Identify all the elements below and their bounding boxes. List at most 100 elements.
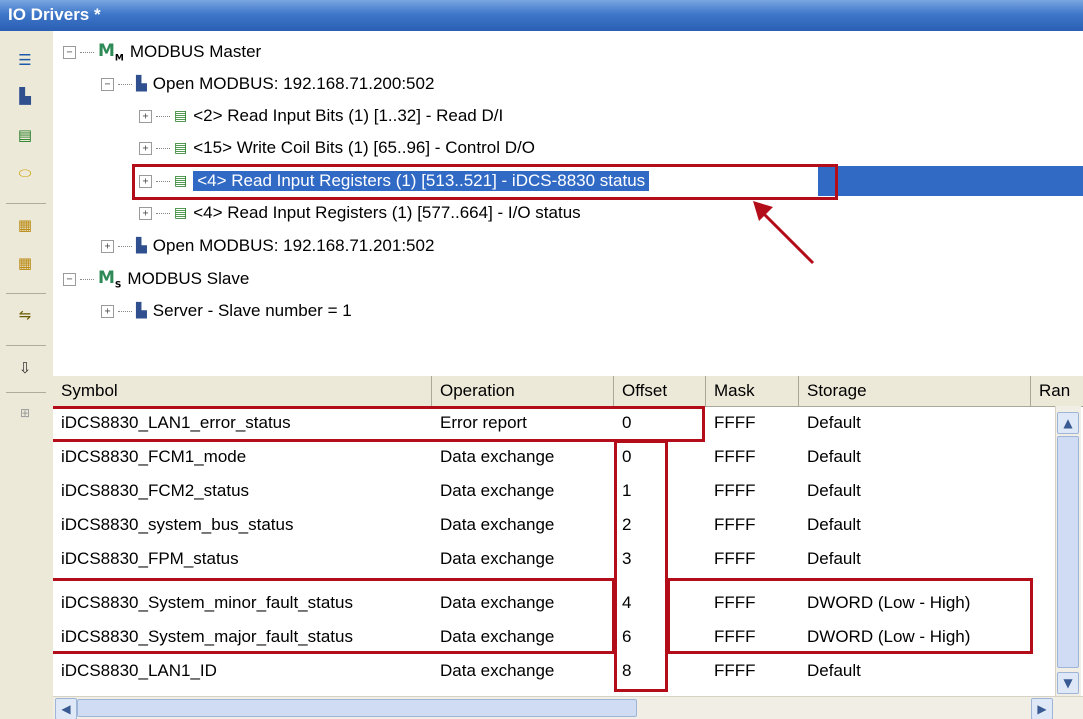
tree-node-server[interactable]: + ▙ Server - Slave number = 1 <box>101 296 352 326</box>
vertical-scrollbar[interactable]: ▲ ▼ <box>1055 406 1081 696</box>
selection-highlight <box>818 166 1083 196</box>
column-header-offset[interactable]: Offset <box>614 376 706 406</box>
tree-node-label: MODBUS Master <box>129 42 262 61</box>
annotation-box-offset-column <box>614 440 668 692</box>
tree-node-modbus-slave[interactable]: − MS MODBUS Slave <box>63 264 249 294</box>
expand-icon[interactable]: ⊞ <box>13 401 37 425</box>
cell-operation: Data exchange <box>440 481 555 500</box>
block-icon: ▤ <box>174 205 188 221</box>
network-icon: ▙ <box>136 76 147 92</box>
column-header-mask[interactable]: Mask <box>706 376 799 406</box>
tree-node-modbus-master[interactable]: − MM MODBUS Master <box>63 37 261 67</box>
table-add-icon[interactable]: ▦ <box>13 251 37 275</box>
tree-node-label: MODBUS Slave <box>127 269 250 288</box>
link-icon[interactable]: ⇋ <box>13 303 37 327</box>
tree-node-read-input-bits[interactable]: + ▤ <2> Read Input Bits (1) [1..32] - Re… <box>139 101 503 131</box>
toolbar-separator <box>6 203 46 204</box>
expand-icon[interactable]: + <box>139 109 152 123</box>
expand-icon[interactable]: + <box>101 304 114 318</box>
cell-storage: Default <box>807 413 861 432</box>
annotation-box-fault-symbols <box>53 578 615 654</box>
cell-mask: FFFF <box>714 549 756 568</box>
cell-storage: Default <box>807 447 861 466</box>
table-row[interactable]: iDCS8830_FCM2_status Data exchange 1 FFF… <box>53 474 1055 508</box>
tree-node-label: <4> Read Input Registers (1) [577..664] … <box>193 203 581 222</box>
driver-tree: − MM MODBUS Master − ▙ Open MODBUS: 192.… <box>53 31 1083 379</box>
network-icon: ▙ <box>136 303 147 319</box>
column-header-symbol[interactable]: Symbol <box>53 376 432 406</box>
table-row[interactable]: iDCS8830_LAN1_ID Data exchange 8 FFFF De… <box>53 654 1055 688</box>
tree-node-label: <15> Write Coil Bits (1) [65..96] - Cont… <box>193 138 535 157</box>
annotation-arrow <box>753 201 815 265</box>
window-title: IO Drivers * <box>8 5 101 24</box>
cell-operation: Data exchange <box>440 447 555 466</box>
expand-icon[interactable]: + <box>139 141 152 155</box>
modbus-slave-icon: MS <box>98 267 122 291</box>
title-bar[interactable]: IO Drivers * <box>0 0 1083 32</box>
cell-mask: FFFF <box>714 661 756 680</box>
cell-mask: FFFF <box>714 515 756 534</box>
cell-symbol: iDCS8830_FPM_status <box>61 549 239 568</box>
cell-storage: Default <box>807 661 861 680</box>
column-header-storage[interactable]: Storage <box>799 376 1031 406</box>
cell-mask: FFFF <box>714 413 756 432</box>
tree-node-label: Server - Slave number = 1 <box>152 301 352 320</box>
cell-operation: Data exchange <box>440 515 555 534</box>
table-row[interactable]: iDCS8830_FCM1_mode Data exchange 0 FFFF … <box>53 440 1055 474</box>
horizontal-scrollbar[interactable]: ◀ ▶ <box>53 696 1083 719</box>
annotation-box-fault-storage <box>667 578 1033 654</box>
block-icon[interactable]: ▤ <box>13 123 37 147</box>
io-drivers-window: IO Drivers * ☰ ▙ ▤ ⬭ ▦ ▦ ⇋ ⇩ ⊞ − MM MODB… <box>0 0 1083 719</box>
scroll-up-icon[interactable]: ▲ <box>1057 412 1079 434</box>
cell-mask: FFFF <box>714 481 756 500</box>
table-row[interactable]: iDCS8830_FPM_status Data exchange 3 FFFF… <box>53 542 1055 576</box>
network-icon: ▙ <box>136 238 147 254</box>
tree-view-icon[interactable]: ☰ <box>13 48 37 72</box>
modbus-master-icon: MM <box>98 40 124 64</box>
cell-operation: Data exchange <box>440 661 555 680</box>
tree-node-read-input-registers-io[interactable]: + ▤ <4> Read Input Registers (1) [577..6… <box>139 198 581 228</box>
vertical-scroll-thumb[interactable] <box>1057 436 1079 668</box>
expand-icon[interactable]: + <box>139 206 152 220</box>
grid-header: Symbol Operation Offset Mask Storage Ran <box>53 376 1083 407</box>
tree-node-open-modbus-201[interactable]: + ▙ Open MODBUS: 192.168.71.201:502 <box>101 231 434 261</box>
table-icon[interactable]: ▦ <box>13 213 37 237</box>
collapse-icon[interactable]: − <box>63 45 76 59</box>
cell-symbol: iDCS8830_FCM1_mode <box>61 447 247 466</box>
symbol-grid: Symbol Operation Offset Mask Storage Ran… <box>53 376 1083 719</box>
left-toolbar: ☰ ▙ ▤ ⬭ ▦ ▦ ⇋ ⇩ ⊞ <box>0 31 54 719</box>
table-row[interactable]: iDCS8830_system_bus_status Data exchange… <box>53 508 1055 542</box>
scroll-down-icon[interactable]: ▼ <box>1057 672 1079 694</box>
cell-storage: Default <box>807 481 861 500</box>
cell-symbol: iDCS8830_system_bus_status <box>61 515 294 534</box>
toolbar-separator <box>6 392 46 393</box>
tree-node-label: <2> Read Input Bits (1) [1..32] - Read D… <box>193 106 504 125</box>
annotation-box-error-row <box>53 406 705 442</box>
sort-icon[interactable]: ⇩ <box>13 356 37 380</box>
cell-symbol: iDCS8830_FCM2_status <box>61 481 250 500</box>
tree-node-label: Open MODBUS: 192.168.71.201:502 <box>152 236 435 255</box>
scroll-left-icon[interactable]: ◀ <box>55 698 77 719</box>
cell-storage: Default <box>807 549 861 568</box>
toolbar-separator <box>6 345 46 346</box>
toolbar-separator <box>6 293 46 294</box>
column-header-operation[interactable]: Operation <box>432 376 614 406</box>
cell-symbol: iDCS8830_LAN1_ID <box>61 661 217 680</box>
block-icon: ▤ <box>174 140 188 156</box>
collapse-icon[interactable]: − <box>63 272 76 286</box>
cell-mask: FFFF <box>714 447 756 466</box>
cell-operation: Data exchange <box>440 549 555 568</box>
tree-node-label: Open MODBUS: 192.168.71.200:502 <box>152 74 435 93</box>
tree-node-open-modbus-200[interactable]: − ▙ Open MODBUS: 192.168.71.200:502 <box>101 69 434 99</box>
block-icon: ▤ <box>174 108 188 124</box>
scroll-right-icon[interactable]: ▶ <box>1031 698 1053 719</box>
collapse-icon[interactable]: − <box>101 77 114 91</box>
annotation-box-selected-node <box>132 164 838 200</box>
tree-node-write-coil-bits[interactable]: + ▤ <15> Write Coil Bits (1) [65..96] - … <box>139 133 535 163</box>
expand-icon[interactable]: + <box>101 239 114 253</box>
column-header-range[interactable]: Ran <box>1031 376 1083 406</box>
connect-icon[interactable]: ⬭ <box>13 161 37 185</box>
horizontal-scroll-thumb[interactable] <box>77 699 637 717</box>
cell-storage: Default <box>807 515 861 534</box>
network-icon[interactable]: ▙ <box>13 84 37 108</box>
